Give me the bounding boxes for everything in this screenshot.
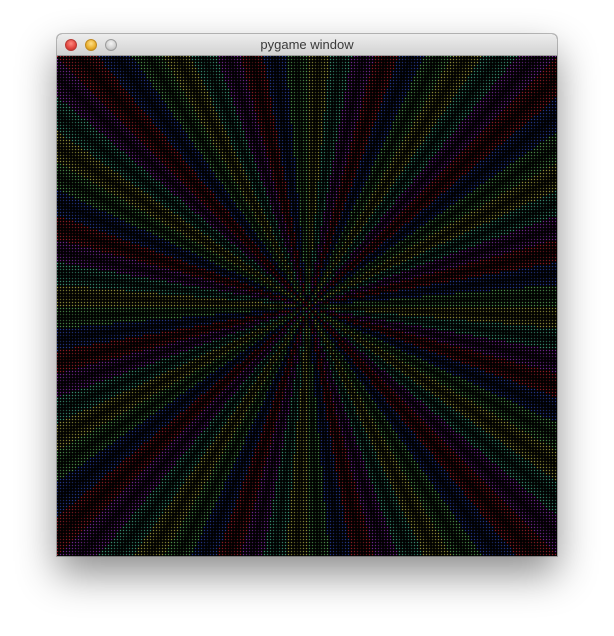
pygame-window: pygame window xyxy=(57,34,557,556)
window-title: pygame window xyxy=(260,37,354,52)
title-bar[interactable]: pygame window xyxy=(57,34,557,56)
radial-pattern-canvas[interactable] xyxy=(57,56,557,556)
render-surface[interactable] xyxy=(57,56,557,556)
